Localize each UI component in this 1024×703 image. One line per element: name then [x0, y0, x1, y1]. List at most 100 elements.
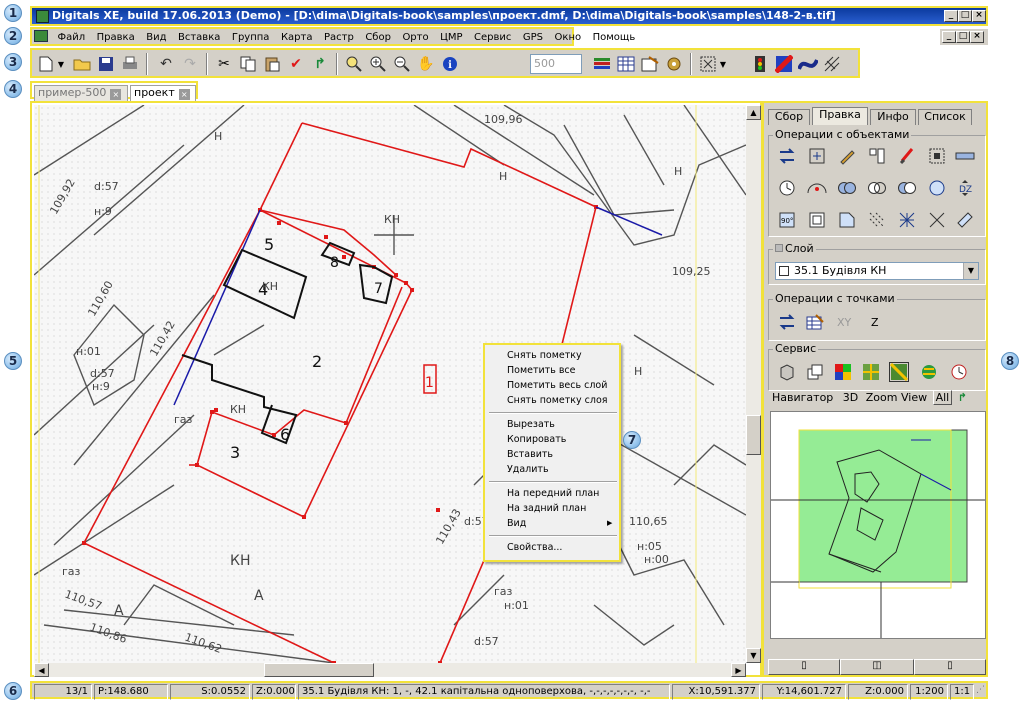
menu-edit[interactable]: Правка	[93, 30, 139, 45]
close-tab-icon[interactable]: ×	[178, 89, 190, 100]
navigator-view[interactable]	[770, 411, 986, 639]
tab-list[interactable]: Список	[918, 109, 972, 125]
raster-color-icon[interactable]	[774, 54, 794, 74]
object-frame-icon[interactable]	[807, 146, 827, 166]
menu-dem[interactable]: ЦМР	[436, 30, 466, 45]
scroll-down-arrow-icon[interactable]: ▼	[746, 648, 761, 663]
layer-select[interactable]: 35.1 Будівля КН ▼	[775, 262, 979, 280]
maximize-button[interactable]: □	[958, 10, 972, 22]
mdi-restore-button[interactable]: □	[956, 31, 970, 43]
minimize-button[interactable]: _	[944, 10, 958, 22]
layout-split-icon[interactable]: ◫	[840, 659, 914, 675]
point-move-icon[interactable]	[777, 312, 797, 332]
close-button[interactable]: ×	[972, 10, 986, 22]
menu-item-bring-front[interactable]: На передний план	[507, 487, 599, 501]
tab-proekt[interactable]: проект ×	[130, 85, 196, 101]
object-pencil-icon[interactable]	[837, 146, 857, 166]
zoom-in-icon[interactable]	[368, 54, 388, 74]
service-pages-icon[interactable]	[805, 362, 825, 382]
object-cross-icon[interactable]	[927, 210, 947, 230]
navigator-refresh-icon[interactable]: ↱	[958, 391, 967, 404]
title-bar[interactable]: Digitals XE, build 17.06.2013 (Demo) - […	[30, 6, 988, 26]
menu-item-properties[interactable]: Свойства...	[507, 541, 562, 555]
check-icon[interactable]: ✔	[286, 54, 306, 74]
zoom-out-icon[interactable]	[392, 54, 412, 74]
menu-service[interactable]: Сервис	[470, 30, 515, 45]
new-file-icon[interactable]	[36, 54, 56, 74]
service-globe-icon[interactable]	[919, 362, 939, 382]
object-grid-icon[interactable]	[867, 146, 887, 166]
undo-icon[interactable]: ↶	[156, 54, 176, 74]
menu-raster[interactable]: Растр	[320, 30, 358, 45]
layers-icon[interactable]	[592, 54, 612, 74]
circle-icon[interactable]	[927, 178, 947, 198]
paste-icon[interactable]	[262, 54, 282, 74]
service-raster-icon[interactable]	[889, 362, 909, 382]
menu-item-delete[interactable]: Удалить	[507, 463, 549, 477]
point-z-label[interactable]: Z	[871, 316, 879, 329]
object-dots-icon[interactable]	[867, 210, 887, 230]
layer-toggle-icon[interactable]	[775, 244, 783, 252]
table-icon[interactable]	[616, 54, 636, 74]
service-tiles-icon[interactable]	[861, 362, 881, 382]
object-line-icon[interactable]	[955, 146, 975, 166]
navigator-3d-option[interactable]: 3D	[843, 391, 858, 404]
object-clock-icon[interactable]	[777, 178, 797, 198]
object-center-icon[interactable]	[927, 146, 947, 166]
tab-primer-500[interactable]: пример-500 ×	[34, 85, 128, 101]
menu-item-cut[interactable]: Вырезать	[507, 418, 555, 432]
info-icon[interactable]: i	[440, 54, 460, 74]
map-horizontal-scrollbar[interactable]: ◀ ▶	[34, 663, 746, 677]
new-dropdown-icon[interactable]: ▼	[56, 54, 66, 74]
scroll-right-arrow-icon[interactable]: ▶	[731, 663, 746, 677]
curve-icon[interactable]	[798, 54, 818, 74]
point-xy-label[interactable]: XY	[837, 316, 851, 329]
map-vertical-scrollbar[interactable]: ▲ ▼	[746, 105, 761, 663]
open-folder-icon[interactable]	[72, 54, 92, 74]
save-icon[interactable]	[96, 54, 116, 74]
frame-dropdown-icon[interactable]: ▼	[718, 54, 728, 74]
object-brush-icon[interactable]	[897, 146, 917, 166]
menu-item-mark-all[interactable]: Пометить все	[507, 364, 576, 378]
layout-side-icon[interactable]: ▯	[914, 659, 986, 675]
horizontal-scroll-thumb[interactable]	[264, 663, 374, 677]
menu-insert[interactable]: Вставка	[174, 30, 224, 45]
zoom-scale-input[interactable]: 500	[530, 54, 582, 74]
object-trim-icon[interactable]	[837, 210, 857, 230]
layout-single-icon[interactable]: ▯	[768, 659, 840, 675]
menu-item-view[interactable]: Вид	[507, 517, 526, 531]
menu-group[interactable]: Группа	[228, 30, 274, 45]
menu-gps[interactable]: GPS	[519, 30, 547, 45]
intersect-icon[interactable]	[867, 178, 887, 198]
dz-icon[interactable]: DZ	[955, 178, 975, 198]
menu-ortho[interactable]: Орто	[398, 30, 432, 45]
copy-icon[interactable]	[238, 54, 258, 74]
tab-info[interactable]: Инфо	[870, 109, 916, 125]
navigator-zoom-view-option[interactable]: Zoom View	[866, 391, 927, 404]
scroll-up-arrow-icon[interactable]: ▲	[746, 105, 761, 120]
frame-select-icon[interactable]	[698, 54, 718, 74]
object-mesh-icon[interactable]	[897, 210, 917, 230]
print-icon[interactable]	[120, 54, 140, 74]
menu-item-mark-layer[interactable]: Пометить весь слой	[507, 379, 607, 393]
menu-view[interactable]: Вид	[142, 30, 170, 45]
redo-icon[interactable]: ↷	[180, 54, 200, 74]
object-move-icon[interactable]	[777, 146, 797, 166]
scroll-left-arrow-icon[interactable]: ◀	[34, 663, 49, 677]
resize-grip-icon[interactable]: ⋰	[976, 685, 986, 699]
pan-hand-icon[interactable]: ✋	[416, 54, 436, 74]
service-color-grid-icon[interactable]	[833, 362, 853, 382]
menu-file[interactable]: Файл	[54, 30, 90, 45]
menu-item-copy[interactable]: Копировать	[507, 433, 566, 447]
union-icon[interactable]	[837, 178, 857, 198]
vertical-scroll-thumb[interactable]	[746, 415, 761, 455]
menu-window[interactable]: Окно	[551, 30, 586, 45]
menu-help[interactable]: Помощь	[589, 30, 640, 45]
properties-icon[interactable]	[640, 54, 660, 74]
mdi-minimize-button[interactable]: _	[942, 31, 956, 43]
map-canvas[interactable]: 5 4 8 7 2 3 6 1 КН КН КН КН Н Н Н Н А А …	[34, 105, 746, 663]
menu-item-send-back[interactable]: На задний план	[507, 502, 586, 516]
refresh-icon[interactable]: ↱	[310, 54, 330, 74]
object-square-icon[interactable]	[807, 210, 827, 230]
menu-map[interactable]: Карта	[277, 30, 317, 45]
